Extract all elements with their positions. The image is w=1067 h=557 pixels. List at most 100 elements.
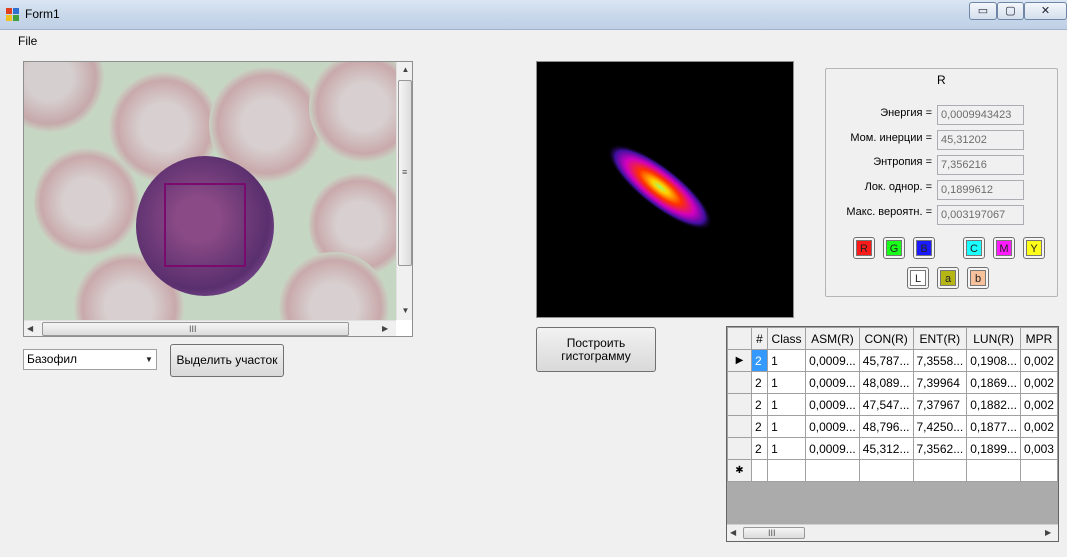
- selection-rectangle[interactable]: [164, 183, 246, 267]
- grid-cell[interactable]: 0,003: [1019, 437, 1058, 460]
- cell-type-select[interactable]: Базофил: [23, 349, 157, 370]
- horizontal-scroll-thumb[interactable]: III: [42, 322, 349, 336]
- grid-cell[interactable]: 1: [767, 371, 807, 394]
- grid-corner[interactable]: [727, 327, 752, 350]
- grid-cell[interactable]: [966, 459, 1021, 482]
- features-data-grid[interactable]: # Class ASM(R) CON(R) ENT(R) LUN(R) MPR …: [726, 326, 1059, 542]
- grid-cell[interactable]: 1: [767, 349, 807, 372]
- vertical-scrollbar[interactable]: ▲ ≡ ▼: [396, 62, 412, 320]
- grid-cell[interactable]: [805, 459, 860, 482]
- channel-y-button[interactable]: Y: [1023, 237, 1045, 259]
- grid-scroll-thumb[interactable]: III: [743, 527, 805, 539]
- grid-cell[interactable]: [1019, 459, 1058, 482]
- channel-l-button[interactable]: L: [907, 267, 929, 289]
- max-probability-field[interactable]: 0,003197067: [937, 205, 1024, 225]
- grid-horizontal-scrollbar[interactable]: ◀ III ▶: [727, 524, 1058, 541]
- close-button[interactable]: ✕: [1024, 2, 1067, 20]
- grid-cell[interactable]: 0,002: [1019, 349, 1058, 372]
- grid-cell[interactable]: 48,089...: [858, 371, 914, 394]
- table-row[interactable]: 2 1 0,0009... 48,796... 7,4250... 0,1877…: [727, 415, 1058, 438]
- channel-m-button[interactable]: M: [993, 237, 1015, 259]
- grid-cell[interactable]: 1: [767, 393, 807, 416]
- grid-cell[interactable]: 45,787...: [858, 349, 914, 372]
- grid-cell[interactable]: 7,37967: [912, 393, 968, 416]
- grid-cell[interactable]: 0,1908...: [966, 349, 1021, 372]
- column-header[interactable]: #: [750, 327, 769, 350]
- maximize-button[interactable]: ▢: [997, 2, 1024, 20]
- grid-cell[interactable]: [912, 459, 968, 482]
- grid-cell[interactable]: 48,796...: [858, 415, 914, 438]
- row-header[interactable]: [727, 437, 752, 460]
- row-header[interactable]: [727, 393, 752, 416]
- grid-cell[interactable]: 2: [750, 349, 769, 372]
- row-header[interactable]: [727, 371, 752, 394]
- grid-cell[interactable]: [858, 459, 914, 482]
- channel-a-button[interactable]: a: [937, 267, 959, 289]
- grid-cell[interactable]: 1: [767, 415, 807, 438]
- grid-cell[interactable]: 47,547...: [858, 393, 914, 416]
- grid-cell[interactable]: 1: [767, 437, 807, 460]
- grid-cell[interactable]: 7,4250...: [912, 415, 968, 438]
- chevron-down-icon[interactable]: ▼: [141, 349, 157, 370]
- scroll-left-icon[interactable]: ◀: [730, 528, 736, 537]
- grid-cell[interactable]: 2: [750, 371, 769, 394]
- grid-cell[interactable]: 7,3562...: [912, 437, 968, 460]
- column-header[interactable]: Class: [767, 327, 807, 350]
- channel-c-button[interactable]: C: [963, 237, 985, 259]
- column-header[interactable]: MPR: [1019, 327, 1058, 350]
- channel-r-button[interactable]: R: [853, 237, 875, 259]
- row-header[interactable]: [727, 415, 752, 438]
- grid-cell[interactable]: 2: [750, 415, 769, 438]
- grid-cell[interactable]: 0,0009...: [805, 349, 860, 372]
- channel-g-button[interactable]: G: [883, 237, 905, 259]
- grid-cell[interactable]: 2: [750, 393, 769, 416]
- channel-b-lab-button[interactable]: b: [967, 267, 989, 289]
- moment-of-inertia-field[interactable]: 45,31202: [937, 130, 1024, 150]
- grid-cell[interactable]: 0,1882...: [966, 393, 1021, 416]
- table-row[interactable]: 2 1 0,0009... 47,547... 7,37967 0,1882..…: [727, 393, 1058, 416]
- current-row-icon[interactable]: ▶: [727, 349, 752, 372]
- grid-cell[interactable]: 2: [750, 437, 769, 460]
- grid-cell[interactable]: 7,3558...: [912, 349, 968, 372]
- grid-cell[interactable]: 0,1877...: [966, 415, 1021, 438]
- grid-cell[interactable]: 0,0009...: [805, 415, 860, 438]
- horizontal-scrollbar[interactable]: ◀ III ▶: [24, 320, 396, 336]
- table-row[interactable]: ▶ 2 1 0,0009... 45,787... 7,3558... 0,19…: [727, 349, 1058, 372]
- minimize-button[interactable]: ▭: [969, 2, 997, 20]
- grid-cell[interactable]: 0,002: [1019, 393, 1058, 416]
- grid-cell[interactable]: 0,0009...: [805, 371, 860, 394]
- table-row[interactable]: 2 1 0,0009... 45,312... 7,3562... 0,1899…: [727, 437, 1058, 460]
- grid-cell[interactable]: [750, 459, 769, 482]
- scroll-right-icon[interactable]: ▶: [382, 324, 388, 333]
- energy-field[interactable]: 0,0009943423: [937, 105, 1024, 125]
- column-header[interactable]: CON(R): [858, 327, 914, 350]
- entropy-field[interactable]: 7,356216: [937, 155, 1024, 175]
- grid-cell[interactable]: 0,1899...: [966, 437, 1021, 460]
- select-region-button[interactable]: Выделить участок: [170, 344, 284, 377]
- image-panel[interactable]: ▲ ≡ ▼ ◀ III ▶: [23, 61, 413, 337]
- scroll-up-icon[interactable]: ▲: [397, 65, 412, 74]
- column-header[interactable]: ENT(R): [912, 327, 968, 350]
- scroll-down-icon[interactable]: ▼: [397, 306, 412, 315]
- column-header[interactable]: ASM(R): [805, 327, 860, 350]
- grid-cell[interactable]: 0,002: [1019, 415, 1058, 438]
- table-row[interactable]: 2 1 0,0009... 48,089... 7,39964 0,1869..…: [727, 371, 1058, 394]
- local-homogeneity-field[interactable]: 0,1899612: [937, 180, 1024, 200]
- grid-cell[interactable]: 45,312...: [858, 437, 914, 460]
- vertical-scroll-thumb[interactable]: ≡: [398, 80, 412, 266]
- grid-cell[interactable]: 0,002: [1019, 371, 1058, 394]
- grid-cell[interactable]: 7,39964: [912, 371, 968, 394]
- grid-cell[interactable]: [767, 459, 807, 482]
- scroll-right-icon[interactable]: ▶: [1045, 528, 1051, 537]
- new-row[interactable]: ✱: [727, 459, 1058, 482]
- scroll-left-icon[interactable]: ◀: [27, 324, 33, 333]
- column-header[interactable]: LUN(R): [966, 327, 1021, 350]
- cell-image[interactable]: [24, 62, 396, 320]
- grid-cell[interactable]: 0,0009...: [805, 393, 860, 416]
- menu-file[interactable]: File: [18, 34, 37, 48]
- channel-b-button[interactable]: B: [913, 237, 935, 259]
- grid-cell[interactable]: 0,0009...: [805, 437, 860, 460]
- build-histogram-button[interactable]: Построить гистограмму: [536, 327, 656, 372]
- grid-cell[interactable]: 0,1869...: [966, 371, 1021, 394]
- new-row-icon[interactable]: ✱: [727, 459, 752, 482]
